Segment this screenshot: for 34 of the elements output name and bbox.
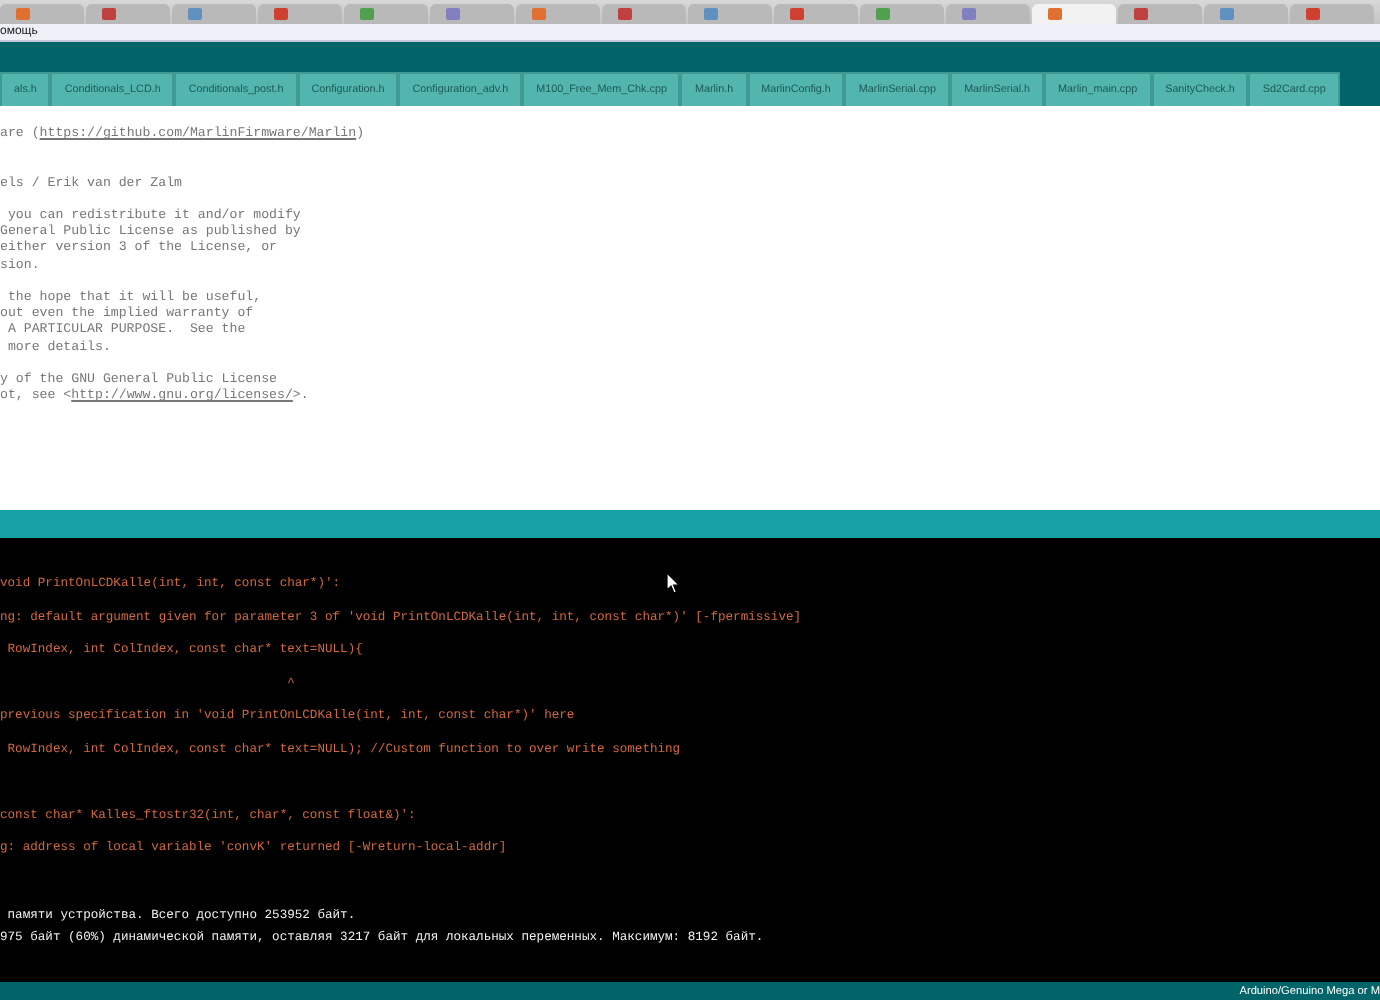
- favicon-icon: [876, 8, 890, 20]
- browser-tab[interactable]: [1204, 4, 1288, 24]
- favicon-icon: [274, 8, 288, 20]
- browser-tab[interactable]: [258, 4, 342, 24]
- browser-tab[interactable]: [0, 4, 84, 24]
- browser-tab[interactable]: [946, 4, 1030, 24]
- browser-tab[interactable]: [344, 4, 428, 24]
- favicon-icon: [1306, 8, 1320, 20]
- favicon-icon: [704, 8, 718, 20]
- favicon-icon: [16, 8, 30, 20]
- browser-tab[interactable]: [516, 4, 600, 24]
- favicon-icon: [446, 8, 460, 20]
- browser-tab[interactable]: [1032, 4, 1116, 24]
- favicon-icon: [790, 8, 804, 20]
- favicon-icon: [360, 8, 374, 20]
- browser-tab[interactable]: [774, 4, 858, 24]
- browser-tab[interactable]: [86, 4, 170, 24]
- browser-tab[interactable]: [1118, 4, 1202, 24]
- favicon-icon: [1048, 8, 1062, 20]
- code-editor[interactable]: [0, 106, 1380, 510]
- favicon-icon: [532, 8, 546, 20]
- browser-tab[interactable]: [172, 4, 256, 24]
- favicon-icon: [618, 8, 632, 20]
- favicon-icon: [1134, 8, 1148, 20]
- mouse-cursor-icon: [666, 572, 680, 594]
- browser-tab[interactable]: [430, 4, 514, 24]
- browser-tab[interactable]: [688, 4, 772, 24]
- favicon-icon: [962, 8, 976, 20]
- favicon-icon: [188, 8, 202, 20]
- browser-tab[interactable]: [1290, 4, 1374, 24]
- favicon-icon: [1220, 8, 1234, 20]
- browser-tab[interactable]: [602, 4, 686, 24]
- browser-tab[interactable]: [860, 4, 944, 24]
- favicon-icon: [102, 8, 116, 20]
